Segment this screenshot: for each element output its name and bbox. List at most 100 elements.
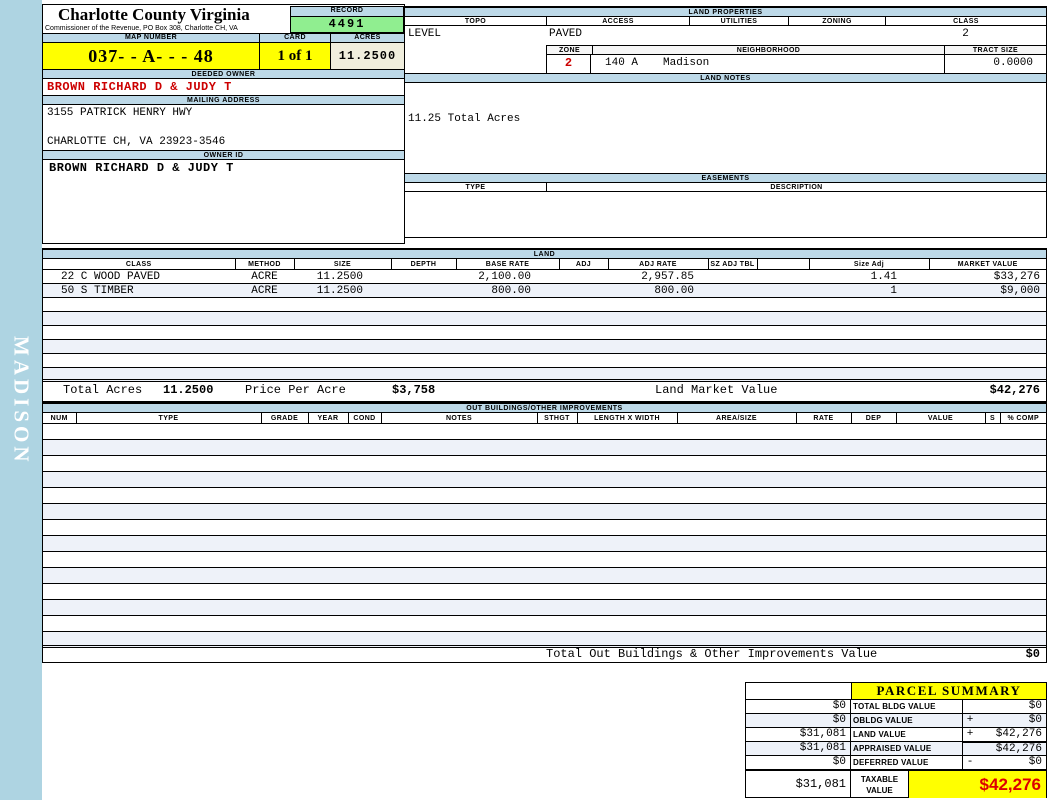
col-sthgt: STHGT [536, 413, 578, 424]
summary-row-total-bldg: $0 TOTAL BLDG VALUE $0 [746, 699, 1046, 713]
col-base-rate: BASE RATE [455, 259, 560, 270]
district-label: MADISON [9, 336, 34, 466]
land-section-header: LAND [43, 249, 1046, 259]
land-size-adj: 1 [809, 283, 929, 298]
summary-label: DEFERRED VALUE [851, 756, 963, 769]
outb-empty-row [43, 455, 1046, 472]
land-adj-rate: 2,957.85 [608, 269, 708, 284]
taxable-left-value: $31,081 [746, 771, 851, 798]
land-properties-columns: TOPO ACCESS UTILITIES ZONING CLASS [405, 17, 1046, 26]
easement-description-label: DESCRIPTION [546, 183, 1046, 191]
summary-left-value: $31,081 [746, 728, 851, 741]
summary-left-value: $0 [746, 714, 851, 727]
land-base-rate: 800.00 [456, 283, 559, 298]
summary-right-value: $42,276 [995, 728, 1042, 740]
land-market-value-label: Land Market Value [655, 383, 778, 397]
summary-right-value: $42,276 [977, 741, 1046, 755]
neighborhood-code: 140 A [605, 57, 639, 69]
land-market-value: $9,000 [929, 283, 1046, 298]
outb-empty-row [43, 615, 1046, 632]
tract-size-label: TRACT SIZE [944, 46, 1046, 54]
land-method: ACRE [235, 269, 294, 284]
land-empty-row [43, 297, 1046, 312]
out-buildings-header: OUT BUILDINGS/OTHER IMPROVEMENTS [43, 403, 1046, 413]
summary-operator [963, 741, 977, 755]
card-label: CARD [259, 34, 330, 42]
col-class: CLASS [43, 259, 236, 270]
col-method: METHOD [234, 259, 295, 270]
summary-label: LAND VALUE [851, 728, 963, 741]
summary-operator: + [966, 714, 974, 726]
mailing-address-header: MAILING ADDRESS [43, 95, 404, 105]
outb-empty-row [43, 487, 1046, 504]
deeded-owner-header: DEEDED OWNER [43, 69, 404, 79]
access-label: ACCESS [546, 17, 689, 25]
total-acres-value: 11.2500 [163, 383, 214, 397]
land-adj-rate: 800.00 [608, 283, 708, 298]
col-size-adj: Size Adj [808, 259, 930, 270]
col-size: SIZE [293, 259, 392, 270]
land-note-text: 11.25 Total Acres [408, 113, 521, 125]
summary-row-land: $31,081 LAND VALUE + $42,276 [746, 727, 1046, 741]
class-label: CLASS [885, 17, 1046, 25]
col-spacer [756, 259, 810, 270]
outb-empty-row [43, 567, 1046, 584]
commissioner-line: Commissioner of the Revenue, PO Box 308,… [45, 25, 238, 32]
out-buildings-section: OUT BUILDINGS/OTHER IMPROVEMENTS NUM TYP… [42, 402, 1047, 663]
summary-operator: + [966, 728, 974, 740]
col-length-width: LENGTH X WIDTH [576, 413, 678, 424]
col-sz-adj-tbl: SZ ADJ TBL [707, 259, 758, 270]
record-value: 4491 [290, 17, 404, 33]
outb-empty-row [43, 551, 1046, 568]
county-title: Charlotte County Virginia [58, 5, 250, 24]
summary-row-taxable: $31,081 TAXABLE VALUE $42,276 [746, 769, 1046, 798]
summary-right-value: $0 [1028, 756, 1042, 768]
taxable-label: TAXABLE VALUE [851, 771, 909, 798]
acres-value: 11.2500 [330, 43, 404, 69]
col-dep: DEP [850, 413, 897, 424]
land-market-value-total: $42,276 [989, 383, 1040, 397]
tract-size-value: 0.0000 [944, 55, 1047, 73]
summary-label: APPRAISED VALUE [851, 742, 963, 755]
land-adj [559, 283, 608, 298]
price-per-acre-value: $3,758 [392, 383, 436, 397]
address-line-1: 3155 PATRICK HENRY HWY [47, 107, 193, 119]
card-value: 1 of 1 [259, 43, 330, 69]
land-spacer [757, 283, 809, 298]
zoning-label: ZONING [788, 17, 885, 25]
owner-id-header: OWNER ID [43, 150, 404, 160]
land-class: 22 C WOOD PAVED [43, 269, 235, 284]
land-notes-header: LAND NOTES [405, 73, 1046, 83]
map-number-header-row: MAP NUMBER CARD ACRES [43, 33, 404, 43]
neighborhood-name: Madison [663, 57, 710, 69]
map-number-label: MAP NUMBER [124, 34, 178, 41]
col-grade: GRADE [260, 413, 309, 424]
summary-row-appraised: $31,081 APPRAISED VALUE $42,276 [746, 741, 1046, 755]
col-value: VALUE [895, 413, 986, 424]
parcel-summary-blank-cell [746, 683, 852, 699]
col-pct-comp: % COMP [999, 413, 1046, 424]
address-line-2: CHARLOTTE CH, VA 23923-3546 [47, 136, 226, 148]
land-sz-adj-tbl [708, 283, 757, 298]
zone-value: 2 [546, 55, 591, 73]
price-per-acre-label: Price Per Acre [245, 383, 346, 397]
land-table-header-row: CLASS METHOD SIZE DEPTH BASE RATE ADJ AD… [43, 259, 1046, 270]
land-size-adj: 1.41 [809, 269, 929, 284]
summary-label: TOTAL BLDG VALUE [851, 700, 963, 713]
outb-empty-row [43, 423, 1046, 440]
land-sz-adj-tbl [708, 269, 757, 284]
outb-empty-row [43, 583, 1046, 600]
col-market-value: MARKET VALUE [928, 259, 1046, 270]
land-size: 11.2500 [294, 269, 391, 284]
col-type: TYPE [75, 413, 262, 424]
summary-left-value: $0 [746, 700, 851, 713]
land-row: 50 S TIMBER ACRE 11.2500 800.00 800.00 1… [43, 283, 1046, 298]
parcel-summary-header-row: PARCEL SUMMARY [746, 683, 1046, 699]
col-area-size: AREA/SIZE [676, 413, 797, 424]
outb-empty-row [43, 439, 1046, 456]
col-adj-rate: ADJ RATE [607, 259, 709, 270]
land-adj [559, 269, 608, 284]
neighborhood-label: NEIGHBORHOOD [592, 46, 944, 54]
parcel-summary: PARCEL SUMMARY $0 TOTAL BLDG VALUE $0 $0… [745, 682, 1047, 798]
land-empty-row [43, 353, 1046, 368]
